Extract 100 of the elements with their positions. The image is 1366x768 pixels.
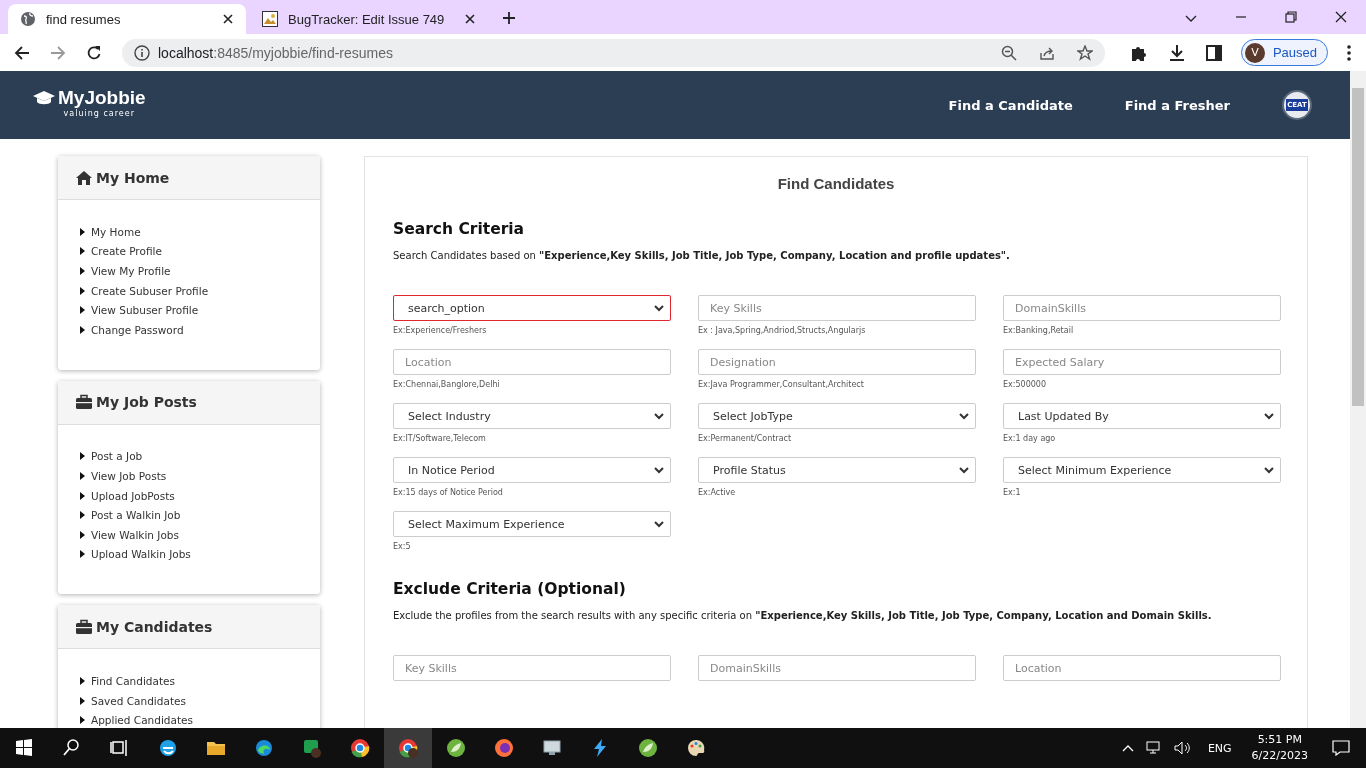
sidebar-link[interactable]: Upload JobPosts [91,489,175,502]
close-icon[interactable] [464,13,476,25]
input-field[interactable]: DomainSkills [698,655,976,681]
close-icon[interactable] [222,13,234,25]
nav-link[interactable]: Find a Candidate [948,97,1073,113]
sidebar-link[interactable]: Change Password [91,323,184,336]
search-icon[interactable] [62,738,82,758]
star-icon[interactable] [1076,44,1093,61]
sidebar-link[interactable]: My Home [91,225,141,238]
select-field[interactable]: Select Industry [393,403,671,429]
chevron-down-icon [654,466,664,474]
triangle-right-icon [80,550,85,559]
speaker-icon[interactable] [1173,741,1192,755]
select-field[interactable]: Last Updated By [1003,403,1281,429]
triangle-right-icon [80,452,85,461]
input-field[interactable]: Key Skills [698,295,976,321]
monitor-icon[interactable] [542,738,562,758]
field-hint: Ex:Experience/Freshers [393,326,488,336]
download-icon[interactable] [1167,43,1186,62]
close-icon[interactable] [1335,11,1347,23]
select-field[interactable]: Select JobType [698,403,976,429]
chat-app-icon[interactable] [302,738,322,758]
leaf-icon[interactable] [446,738,466,758]
back-arrow-icon[interactable] [14,44,30,61]
sidebar-link[interactable]: Upload Walkin Jobs [91,548,191,561]
chevron-up-icon[interactable] [1121,744,1134,752]
triangle-right-icon [80,716,85,725]
scrollbar[interactable] [1350,71,1366,728]
browser-tab[interactable]: find resumes [8,4,246,34]
picture-icon [262,11,278,27]
browser-icon[interactable] [158,738,178,758]
briefcase-icon [76,394,92,411]
more-menu-icon[interactable] [1347,44,1351,61]
briefcase-icon [76,618,92,635]
new-tab-icon[interactable] [502,11,516,25]
info-icon[interactable] [134,44,150,61]
sidebar-link[interactable]: View Subuser Profile [91,304,199,317]
input-field[interactable]: Expected Salary [1003,349,1281,375]
sidebar-link[interactable]: View Walkin Jobs [91,528,179,541]
sidebar-link[interactable]: Find Candidates [91,674,175,687]
windows-logo-icon[interactable] [14,738,34,758]
profile-button[interactable]: V Paused [1240,39,1328,66]
sidebar-link[interactable]: Create Subuser Profile [91,284,209,297]
section-description: Search Candidates based on "Experience,Key Skills, Job Title, Job Type, Company, Location and profile updates". [393,250,1011,261]
select-field[interactable]: Profile Status [698,457,976,483]
tab-title: BugTracker: Edit Issue 749 [288,11,446,27]
field-hint: Ex:Active [698,488,737,498]
select-field[interactable]: Select Maximum Experience [393,511,671,537]
chrome-icon[interactable] [398,738,418,758]
page-title: Find Candidates [776,175,896,192]
input-field[interactable]: Designation [698,349,976,375]
profile-avatar: V [1244,42,1265,63]
sidebar-link[interactable]: Post a Job [91,450,143,463]
input-field[interactable]: Location [393,349,671,375]
panel-title: My Home [96,169,170,186]
tab-title: find resumes [46,11,122,27]
clock-time: 5:51 PM [1257,732,1302,748]
paint-palette-icon[interactable] [686,738,706,758]
sidebar-link[interactable]: Saved Candidates [91,694,186,707]
input-field[interactable]: Location [1003,655,1281,681]
triangle-right-icon [80,247,85,256]
notification-icon[interactable] [1332,740,1350,756]
leaf-icon[interactable] [638,738,658,758]
input-field[interactable]: Key Skills [393,655,671,681]
select-field[interactable]: In Notice Period [393,457,671,483]
chevron-down-icon[interactable] [1185,15,1197,23]
language-indicator[interactable]: ENG [1207,741,1232,755]
address-bar[interactable]: localhost:8485/myjobbie/find-resumes [122,38,1105,67]
triangle-right-icon [80,267,85,275]
chrome-icon[interactable] [350,738,370,758]
side-panel-icon[interactable] [1205,44,1222,61]
sidebar-link[interactable]: Applied Candidates [91,714,193,727]
graduation-cap-icon [33,89,55,106]
sidebar-link[interactable]: View Job Posts [91,469,167,482]
field-hint: Ex:5 [393,542,412,552]
field-hint: Ex:Chennai,Banglore,Delhi [393,380,501,390]
zoom-out-icon[interactable] [1000,44,1017,61]
site-logo[interactable]: MyJobbie [58,86,146,109]
chevron-down-icon [654,304,664,312]
nav-link[interactable]: Find a Fresher [1124,97,1230,113]
input-field[interactable]: DomainSkills [1003,295,1281,321]
restore-icon[interactable] [1285,11,1297,23]
sidebar-link[interactable]: Post a Walkin Job [91,509,181,522]
field-hint: Ex : Java,Spring,Andriod,Structs,Angularjs [698,326,867,336]
sidebar-link[interactable]: View My Profile [91,265,171,277]
triangle-right-icon [80,530,85,539]
sidebar-link[interactable]: Create Profile [91,245,162,258]
task-view-icon[interactable] [110,738,130,758]
network-icon[interactable] [1145,741,1162,755]
browser-icon[interactable] [254,738,274,758]
triangle-right-icon [80,696,85,705]
select-field[interactable]: Select Minimum Experience [1003,457,1281,483]
chevron-down-icon [1264,412,1274,420]
triangle-right-icon [80,491,85,500]
field-hint: Ex:1 day ago [1003,434,1057,444]
firefox-icon[interactable] [494,738,514,758]
reload-icon[interactable] [86,44,102,61]
browser-tab[interactable]: BugTracker: Edit Issue 749 [250,4,488,34]
select-field[interactable]: search_option [393,295,671,321]
clock-date: 6/22/2023 [1251,748,1308,764]
